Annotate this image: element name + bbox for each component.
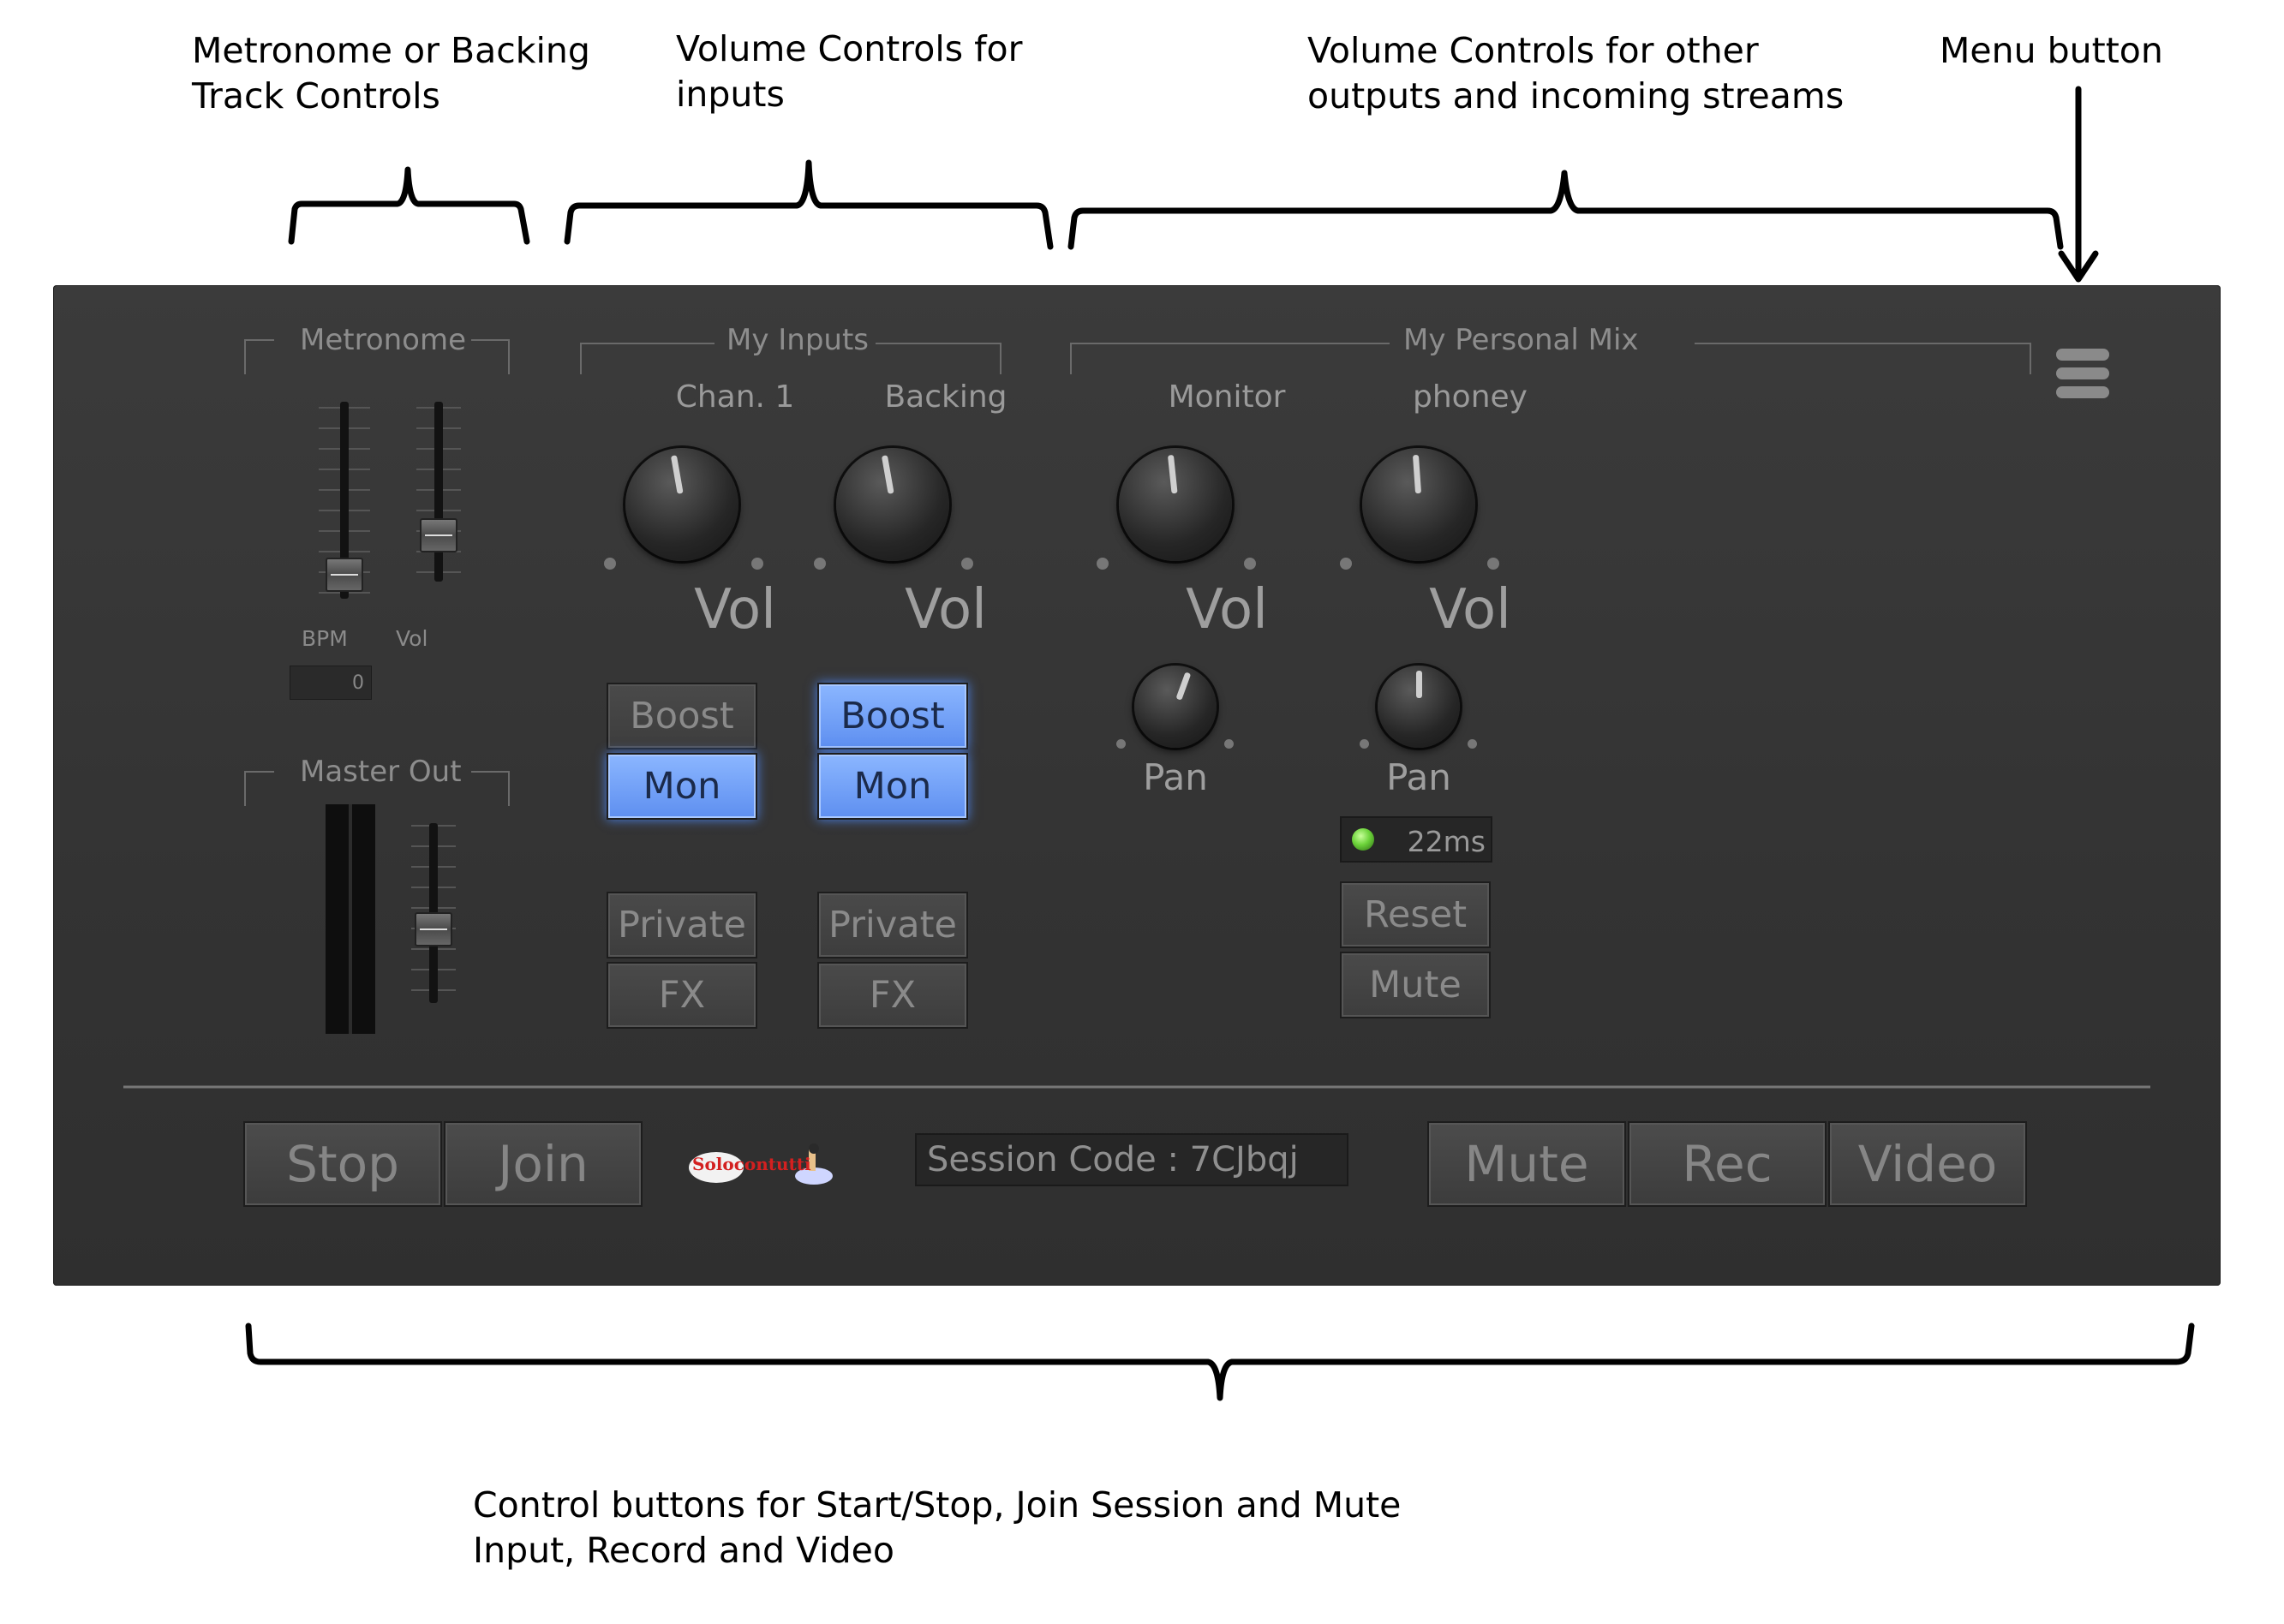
backing-boost-button[interactable]: Boost [817, 683, 968, 749]
session-code-field[interactable]: Session Code : 7CJbqj [915, 1133, 1348, 1186]
metronome-vol-fader[interactable] [404, 402, 473, 582]
status-led-icon [1352, 828, 1374, 851]
backing-mon-button[interactable]: Mon [817, 753, 968, 820]
group-title-my-personal-mix: My Personal Mix [1403, 323, 1639, 357]
phoney-pan-label: Pan [1386, 756, 1451, 798]
backing-vol-label: Vol [905, 578, 987, 642]
bpm-fader-handle[interactable] [326, 558, 363, 592]
master-out-meter [326, 804, 375, 1034]
bpm-value-field[interactable]: 0 [290, 666, 372, 700]
channel-name-chan1: Chan. 1 [675, 379, 795, 415]
backing-private-button[interactable]: Private [817, 892, 968, 958]
metronome-vol-handle[interactable] [420, 518, 457, 552]
backing-vol-knob[interactable] [836, 448, 949, 561]
monitor-vol-label: Vol [1186, 578, 1268, 642]
chan1-vol-label: Vol [694, 578, 776, 642]
master-out-fader[interactable] [399, 823, 468, 1006]
phoney-reset-button[interactable]: Reset [1340, 881, 1491, 948]
group-title-metronome: Metronome [300, 323, 467, 357]
knob-min-dot [1340, 558, 1352, 570]
metronome-vol-label: Vol [396, 626, 428, 651]
phoney-pan-knob[interactable] [1378, 666, 1460, 748]
bracket-outputs [1067, 170, 2064, 250]
phoney-latency-display: 22ms [1340, 816, 1492, 863]
monitor-pan-label: Pan [1143, 756, 1208, 798]
bpm-label: BPM [302, 626, 348, 651]
mix-name-monitor: Monitor [1168, 379, 1286, 415]
knob-max-dot [1224, 739, 1234, 749]
join-button[interactable]: Join [444, 1121, 643, 1207]
knob-max-dot [1244, 558, 1256, 570]
mix-name-phoney: phoney [1413, 379, 1528, 415]
monitor-vol-knob[interactable] [1119, 448, 1232, 561]
knob-max-dot [1468, 739, 1477, 749]
group-title-master-out: Master Out [300, 755, 462, 789]
knob-min-dot [1360, 739, 1369, 749]
knob-max-dot [1487, 558, 1499, 570]
knob-max-dot [751, 558, 763, 570]
chan1-mon-button[interactable]: Mon [607, 753, 757, 820]
logo-text: Solocontutti [692, 1154, 811, 1174]
channel-name-backing: Backing [884, 379, 1007, 415]
solocontutti-logo: Solocontutti [685, 1142, 840, 1190]
menu-button[interactable] [2054, 345, 2111, 402]
backing-fx-button[interactable]: FX [817, 962, 968, 1029]
app-window: Metronome Master Out My Inputs My Person… [53, 285, 2221, 1286]
latency-value: 22ms [1407, 825, 1486, 858]
bracket-metronome [288, 166, 530, 245]
phoney-vol-knob[interactable] [1362, 448, 1475, 561]
phoney-mute-button[interactable]: Mute [1340, 952, 1491, 1018]
knob-max-dot [961, 558, 973, 570]
hamburger-icon [2056, 349, 2109, 398]
chan1-vol-knob[interactable] [625, 448, 738, 561]
knob-min-dot [1097, 558, 1109, 570]
mute-button[interactable]: Mute [1427, 1121, 1626, 1207]
rec-button[interactable]: Rec [1628, 1121, 1827, 1207]
group-title-my-inputs: My Inputs [726, 323, 870, 357]
phoney-vol-label: Vol [1429, 578, 1511, 642]
bracket-control [245, 1322, 2195, 1401]
bpm-fader[interactable] [310, 402, 379, 599]
knob-min-dot [1116, 739, 1126, 749]
knob-min-dot [814, 558, 826, 570]
stop-button[interactable]: Stop [243, 1121, 442, 1207]
chan1-fx-button[interactable]: FX [607, 962, 757, 1029]
master-out-handle[interactable] [415, 912, 452, 946]
knob-min-dot [604, 558, 616, 570]
video-button[interactable]: Video [1828, 1121, 2027, 1207]
chan1-boost-button[interactable]: Boost [607, 683, 757, 749]
monitor-pan-knob[interactable] [1134, 666, 1217, 748]
chan1-private-button[interactable]: Private [607, 892, 757, 958]
bracket-inputs [564, 159, 1054, 250]
